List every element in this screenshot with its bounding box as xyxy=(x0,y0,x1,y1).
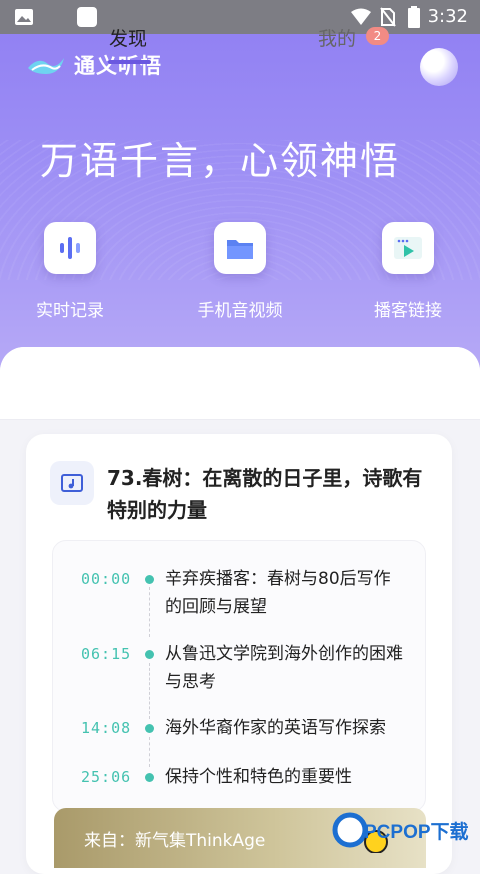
episode-title[interactable]: 73.春树：在离散的日子里，诗歌有特别的力量 xyxy=(107,462,427,526)
watermark: PCPOP下载 xyxy=(332,808,480,854)
status-time: 3:32 xyxy=(427,6,468,27)
brand: 通义听悟 xyxy=(26,50,162,80)
feature-tile[interactable] xyxy=(214,222,266,274)
timeline-dot xyxy=(145,773,154,782)
chapter-list: 00:00 辛弃疾播客：春树与80后写作的回顾与展望 06:15 从鲁迅文学院到… xyxy=(52,540,426,812)
feature-label: 手机音视频 xyxy=(197,301,283,321)
timeline-dot xyxy=(145,724,154,733)
chapter-time: 14:08 xyxy=(81,719,132,737)
tab-bar xyxy=(0,347,480,420)
watermark-logo-icon: PCPOP下载 xyxy=(332,812,469,854)
tab-badge: 2 xyxy=(366,27,389,45)
status-bar: 3:32 xyxy=(0,0,480,34)
play-icon xyxy=(394,237,422,259)
chapter-time: 06:15 xyxy=(81,645,132,663)
feature-label: 实时记录 xyxy=(36,301,104,321)
folder-icon xyxy=(227,240,253,259)
music-file-icon xyxy=(50,461,94,505)
timeline-connector xyxy=(149,663,150,719)
timeline-connector xyxy=(149,587,150,637)
feature-tile[interactable] xyxy=(44,222,96,274)
slogan: 万语千言，心领神悟 xyxy=(40,139,401,183)
timeline-dot xyxy=(145,650,154,659)
no-sim-icon xyxy=(380,7,396,27)
feature-label: 播客链接 xyxy=(374,301,442,321)
timeline-connector xyxy=(149,737,150,767)
feature-tile[interactable] xyxy=(382,222,434,274)
timeline-dot xyxy=(145,575,154,584)
chapter-time: 25:06 xyxy=(81,768,132,786)
image-icon xyxy=(15,9,33,25)
feature-phone-media[interactable]: 手机音视频 xyxy=(170,222,310,321)
square-icon xyxy=(77,7,97,27)
logo-icon xyxy=(28,58,64,74)
battery-icon xyxy=(408,6,420,28)
chapter-text: 从鲁迅文学院到海外创作的困难与思考 xyxy=(165,644,403,692)
chapter-text: 辛弃疾播客：春树与80后写作的回顾与展望 xyxy=(165,569,391,617)
feature-realtime-record[interactable]: 实时记录 xyxy=(0,222,140,321)
watermark-text: PCPOP下载 xyxy=(364,820,469,843)
feature-podcast-link[interactable]: 播客链接 xyxy=(338,222,478,321)
chapter-text: 保持个性和特色的重要性 xyxy=(165,767,352,787)
tab-discover[interactable]: 发现 xyxy=(109,24,147,51)
chapter-time: 00:00 xyxy=(81,570,132,588)
chapter-text: 海外华裔作家的英语写作探索 xyxy=(165,718,386,738)
source-label: 来自：新气集ThinkAge xyxy=(84,831,266,851)
tab-underline xyxy=(108,60,151,64)
avatar[interactable] xyxy=(420,48,458,86)
audio-wave-icon xyxy=(60,237,80,259)
tab-mine[interactable]: 我的 xyxy=(318,24,356,51)
music-file-icon-glyph xyxy=(61,474,83,492)
app-name: 通义听悟 xyxy=(74,54,162,78)
